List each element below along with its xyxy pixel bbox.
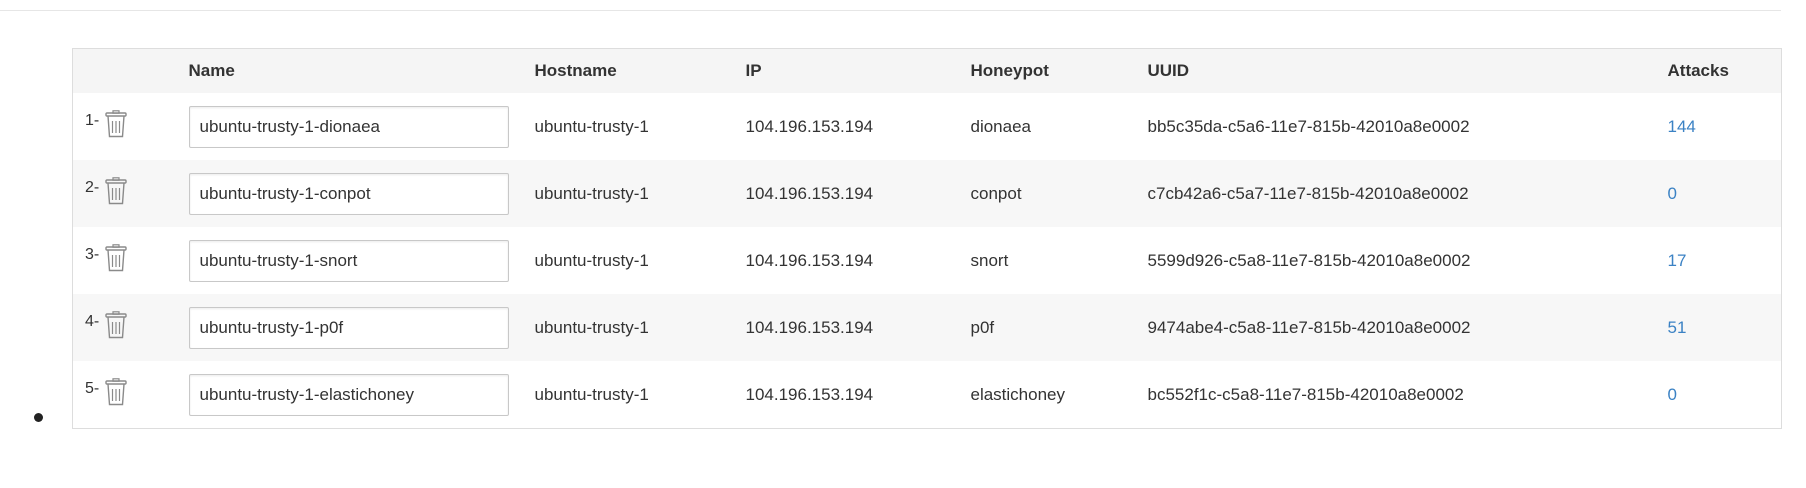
honeypot-cell: p0f: [970, 294, 1148, 361]
trash-icon[interactable]: [105, 244, 127, 277]
list-bullet: [34, 413, 43, 422]
trash-icon[interactable]: [105, 177, 127, 210]
row-index-cell: 5-: [72, 361, 189, 429]
row-number: 4-: [85, 312, 100, 330]
uuid-cell: c7cb42a6-c5a7-11e7-815b-42010a8e0002: [1147, 160, 1668, 227]
header-name: Name: [188, 48, 535, 93]
attacks-cell: 0: [1667, 361, 1782, 429]
attacks-cell: 144: [1667, 93, 1782, 160]
trash-icon[interactable]: [105, 311, 127, 344]
sensor-name-input[interactable]: [188, 373, 509, 416]
row-number: 2-: [85, 178, 100, 196]
trash-icon[interactable]: [105, 110, 127, 143]
header-ip: IP: [745, 48, 971, 93]
header-uuid: UUID: [1147, 48, 1668, 93]
uuid-cell: 5599d926-c5a8-11e7-815b-42010a8e0002: [1147, 227, 1668, 294]
name-cell: [188, 361, 535, 429]
name-cell: [188, 160, 535, 227]
row-index-cell: 1-: [72, 93, 189, 160]
attacks-link[interactable]: 0: [1668, 184, 1677, 203]
table-row: 5- ubuntu-trusty-1 104.196.153.194 elast…: [72, 361, 1782, 429]
sensors-table: Name Hostname IP Honeypot UUID Attacks 1…: [72, 48, 1782, 429]
honeypot-cell: dionaea: [970, 93, 1148, 160]
row-number: 1-: [85, 111, 100, 129]
trash-icon[interactable]: [105, 378, 127, 411]
table-row: 1- ubuntu-trusty-1 104.196.153.194 diona…: [72, 93, 1782, 160]
attacks-link[interactable]: 0: [1668, 385, 1677, 404]
name-cell: [188, 93, 535, 160]
hostname-cell: ubuntu-trusty-1: [534, 93, 746, 160]
uuid-cell: 9474abe4-c5a8-11e7-815b-42010a8e0002: [1147, 294, 1668, 361]
table-row: 3- ubuntu-trusty-1 104.196.153.194 snort…: [72, 227, 1782, 294]
top-divider: [0, 10, 1781, 11]
row-index-cell: 2-: [72, 160, 189, 227]
ip-cell: 104.196.153.194: [745, 93, 971, 160]
hostname-cell: ubuntu-trusty-1: [534, 227, 746, 294]
attacks-link[interactable]: 144: [1668, 117, 1696, 136]
header-honeypot: Honeypot: [970, 48, 1148, 93]
name-cell: [188, 227, 535, 294]
uuid-cell: bb5c35da-c5a6-11e7-815b-42010a8e0002: [1147, 93, 1668, 160]
header-index: [72, 48, 189, 93]
name-cell: [188, 294, 535, 361]
table-header-row: Name Hostname IP Honeypot UUID Attacks: [72, 48, 1782, 93]
hostname-cell: ubuntu-trusty-1: [534, 294, 746, 361]
row-number: 5-: [85, 379, 100, 397]
attacks-link[interactable]: 17: [1668, 251, 1687, 270]
ip-cell: 104.196.153.194: [745, 294, 971, 361]
honeypot-cell: snort: [970, 227, 1148, 294]
table-row: 2- ubuntu-trusty-1 104.196.153.194 conpo…: [72, 160, 1782, 227]
attacks-cell: 0: [1667, 160, 1782, 227]
ip-cell: 104.196.153.194: [745, 160, 971, 227]
sensor-name-input[interactable]: [188, 172, 509, 215]
uuid-cell: bc552f1c-c5a8-11e7-815b-42010a8e0002: [1147, 361, 1668, 429]
ip-cell: 104.196.153.194: [745, 361, 971, 429]
sensor-name-input[interactable]: [188, 239, 509, 282]
attacks-cell: 51: [1667, 294, 1782, 361]
row-number: 3-: [85, 245, 100, 263]
header-hostname: Hostname: [534, 48, 746, 93]
sensor-name-input[interactable]: [188, 306, 509, 349]
hostname-cell: ubuntu-trusty-1: [534, 160, 746, 227]
row-index-cell: 3-: [72, 227, 189, 294]
header-attacks: Attacks: [1667, 48, 1782, 93]
table-row: 4- ubuntu-trusty-1 104.196.153.194 p0f 9…: [72, 294, 1782, 361]
row-index-cell: 4-: [72, 294, 189, 361]
honeypot-cell: conpot: [970, 160, 1148, 227]
sensor-name-input[interactable]: [188, 105, 509, 148]
attacks-link[interactable]: 51: [1668, 318, 1687, 337]
ip-cell: 104.196.153.194: [745, 227, 971, 294]
honeypot-cell: elastichoney: [970, 361, 1148, 429]
attacks-cell: 17: [1667, 227, 1782, 294]
hostname-cell: ubuntu-trusty-1: [534, 361, 746, 429]
